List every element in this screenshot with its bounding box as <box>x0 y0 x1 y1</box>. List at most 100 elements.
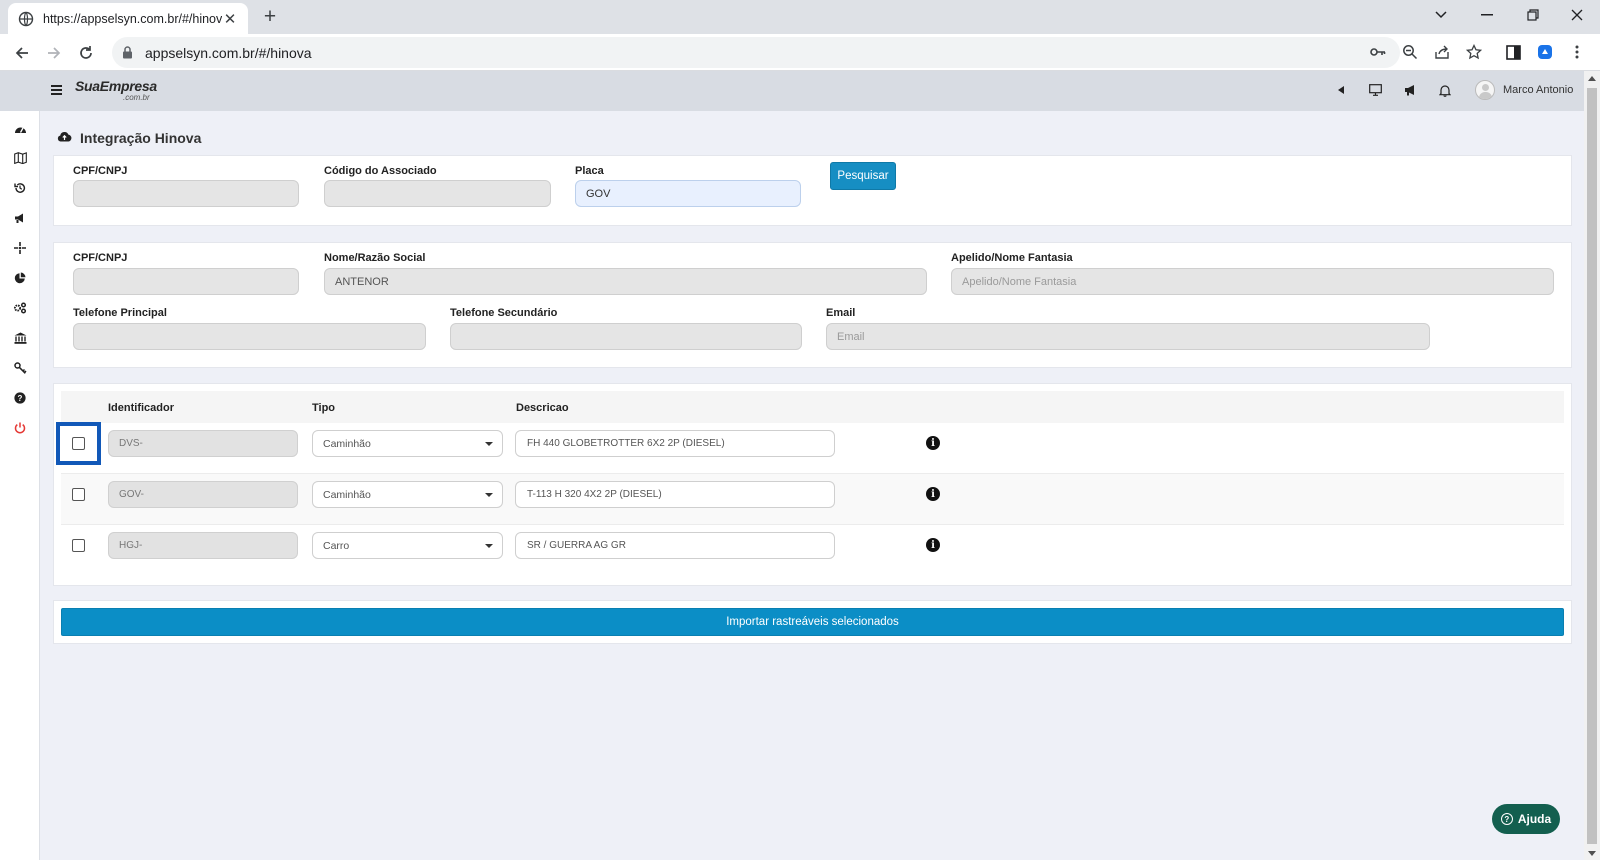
vehicles-table-header <box>61 391 1564 423</box>
details-email-label: Email <box>826 307 856 319</box>
help-button[interactable]: ? Ajuda <box>1492 804 1560 834</box>
menu-kebab-icon[interactable] <box>1566 41 1588 63</box>
help-circle-icon[interactable]: ? <box>12 390 28 406</box>
row-descricao[interactable]: SR / GUERRA AG GR <box>515 532 835 559</box>
details-apelido-input[interactable]: Apelido/Nome Fantasia <box>951 268 1554 295</box>
chevron-down-icon <box>485 544 493 548</box>
pie-chart-icon[interactable] <box>12 270 28 286</box>
row-tipo-value: Caminhão <box>323 437 371 450</box>
browser-tabstrip: https://appselsyn.com.br/#/hinova ✕ + <box>0 0 1600 34</box>
close-window-icon[interactable] <box>1554 0 1600 30</box>
search-cpf-label: CPF/CNPJ <box>73 165 128 177</box>
bank-icon[interactable] <box>12 330 28 346</box>
help-button-label: Ajuda <box>1517 812 1552 826</box>
tab-title: https://appselsyn.com.br/#/hinova <box>43 11 222 26</box>
app-header: SuaEmpresa .com.br Marco Antonio <box>0 71 1584 111</box>
back-icon[interactable] <box>9 40 35 66</box>
search-placa-input[interactable]: GOV <box>575 180 801 207</box>
header-descricao: Descricao <box>516 402 569 414</box>
bell-icon[interactable] <box>1436 81 1454 99</box>
share-icon[interactable] <box>1431 41 1453 63</box>
company-logo[interactable]: SuaEmpresa <box>75 78 157 94</box>
header-tipo: Tipo <box>312 402 336 414</box>
sidebar: ? <box>0 111 40 860</box>
browser-tab[interactable]: https://appselsyn.com.br/#/hinova ✕ <box>8 3 248 34</box>
megaphone-icon[interactable] <box>1401 81 1419 99</box>
dashboard-icon[interactable] <box>12 120 28 136</box>
page-header: Integração Hinova <box>57 130 201 146</box>
row-identificador[interactable]: HGJ- <box>108 532 298 559</box>
new-tab-button[interactable]: + <box>258 6 282 30</box>
tab-search-icon[interactable] <box>1418 0 1464 30</box>
page-title: Integração Hinova <box>80 130 202 146</box>
map-icon[interactable] <box>12 150 28 166</box>
row-tipo-select[interactable]: Caminhão <box>312 430 503 457</box>
search-placa-label: Placa <box>575 165 604 177</box>
user-avatar[interactable] <box>1475 80 1495 100</box>
details-email-input[interactable]: Email <box>826 323 1430 350</box>
info-icon[interactable]: i <box>926 436 940 450</box>
minimize-icon[interactable] <box>1464 0 1510 30</box>
power-icon[interactable] <box>12 420 28 436</box>
chevron-down-icon <box>485 493 493 497</box>
details-cpf-input[interactable] <box>73 268 299 295</box>
row-tipo-select[interactable]: Carro <box>312 532 503 559</box>
row-tipo-value: Caminhão <box>323 488 371 501</box>
bookmark-star-icon[interactable] <box>1463 41 1485 63</box>
info-icon[interactable]: i <box>926 487 940 501</box>
question-icon: ? <box>1500 813 1513 825</box>
scroll-up-icon[interactable] <box>1588 76 1596 81</box>
details-tel2-input[interactable] <box>450 323 802 350</box>
forward-icon[interactable] <box>41 40 67 66</box>
search-codigo-label: Código do Associado <box>324 165 437 177</box>
company-logo-suffix: .com.br <box>123 93 150 102</box>
side-panel-icon[interactable] <box>1502 41 1524 63</box>
key-icon[interactable] <box>1367 41 1389 63</box>
row-descricao[interactable]: FH 440 GLOBETROTTER 6X2 2P (DIESEL) <box>515 430 835 457</box>
scrollbar-thumb[interactable] <box>1587 88 1597 844</box>
details-apelido-label: Apelido/Nome Fantasia <box>951 252 1073 264</box>
search-codigo-input[interactable] <box>324 180 551 207</box>
hamburger-menu-icon[interactable] <box>51 85 62 95</box>
globe-icon <box>18 11 34 27</box>
browser-toolbar: appselsyn.com.br/#/hinova <box>0 34 1600 71</box>
keys-icon[interactable] <box>12 360 28 376</box>
row-identificador[interactable]: DVS- <box>108 430 298 457</box>
row-descricao[interactable]: T-113 H 320 4X2 2P (DIESEL) <box>515 481 835 508</box>
row-identificador[interactable]: GOV- <box>108 481 298 508</box>
collapse-arrow-icon[interactable] <box>1332 81 1350 99</box>
crosshair-icon[interactable] <box>12 240 28 256</box>
user-name[interactable]: Marco Antonio <box>1503 84 1573 96</box>
details-nome-input[interactable]: ANTENOR <box>324 268 927 295</box>
row-checkbox[interactable] <box>72 488 85 501</box>
search-button[interactable]: Pesquisar <box>830 162 896 190</box>
cloud-upload-icon <box>57 131 72 145</box>
vertical-scrollbar[interactable] <box>1584 71 1600 860</box>
import-selected-button[interactable]: Importar rastreáveis selecionados <box>61 608 1564 636</box>
monitor-icon[interactable] <box>1366 81 1384 99</box>
row-tipo-value: Carro <box>323 539 350 552</box>
details-tel2-label: Telefone Secundário <box>450 307 558 319</box>
settings-gears-icon[interactable] <box>12 300 28 316</box>
announcements-icon[interactable] <box>12 210 28 226</box>
restore-icon[interactable] <box>1510 0 1556 30</box>
reload-icon[interactable] <box>73 40 99 66</box>
address-bar[interactable]: appselsyn.com.br/#/hinova <box>112 37 1400 68</box>
details-tel1-label: Telefone Principal <box>73 307 167 319</box>
row-checkbox[interactable] <box>72 539 85 552</box>
search-cpf-input[interactable] <box>73 180 299 207</box>
chevron-down-icon <box>485 442 493 446</box>
svg-text:?: ? <box>18 394 23 403</box>
url-text: appselsyn.com.br/#/hinova <box>145 44 312 61</box>
close-tab-icon[interactable]: ✕ <box>222 10 238 28</box>
details-tel1-input[interactable] <box>73 323 426 350</box>
row-checkbox[interactable] <box>72 437 85 450</box>
zoom-icon[interactable] <box>1399 41 1421 63</box>
history-icon[interactable] <box>12 180 28 196</box>
lock-icon <box>122 46 134 59</box>
header-identificador: Identificador <box>108 402 175 414</box>
info-icon[interactable]: i <box>926 538 940 552</box>
row-tipo-select[interactable]: Caminhão <box>312 481 503 508</box>
scroll-down-icon[interactable] <box>1588 851 1596 856</box>
extension-icon[interactable] <box>1534 41 1556 63</box>
